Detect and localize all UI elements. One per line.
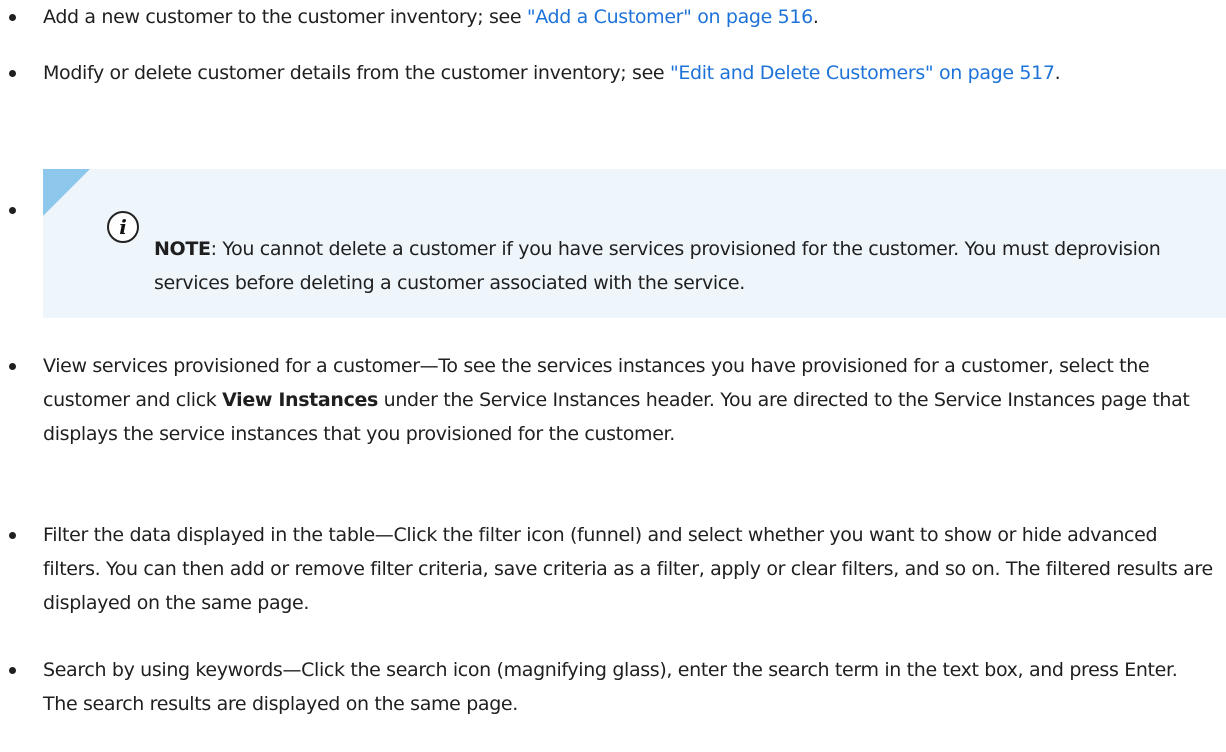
bullet-marker [9,14,16,21]
bullet-marker [9,532,16,539]
list-item-text: View services provisioned for a customer… [43,349,1213,451]
item-punct: . [1054,62,1061,84]
item-text: Add a new customer to the customer inven… [43,6,527,28]
list-item-text: Add a new customer to the customer inven… [43,0,1213,34]
view-instances-label: View Instances [222,389,378,411]
add-customer-link[interactable]: "Add a Customer" on page 516 [527,6,813,28]
note-corner-accent [43,169,90,216]
bullet-marker [9,363,16,370]
bullet-marker [9,70,16,77]
note-body: : You cannot delete a customer if you ha… [154,238,1161,294]
note-callout: i NOTE: You cannot delete a customer if … [43,169,1226,318]
bullet-marker [9,667,16,674]
list-item-text: Modify or delete customer details from t… [43,56,1173,90]
document-page: Add a new customer to the customer inven… [0,0,1226,752]
note-label: NOTE [154,238,211,260]
list-item-text: Filter the data displayed in the table—C… [43,524,1213,614]
note-text: NOTE: You cannot delete a customer if yo… [154,232,1214,300]
bullet-marker-note [9,207,16,214]
list-item-text: Search by using keywords—Click the searc… [43,659,1178,715]
info-icon: i [107,211,139,243]
edit-delete-customers-link[interactable]: "Edit and Delete Customers" on page 517 [670,62,1055,84]
item-text: Modify or delete customer details from t… [43,62,670,84]
item-punct: . [812,6,819,28]
